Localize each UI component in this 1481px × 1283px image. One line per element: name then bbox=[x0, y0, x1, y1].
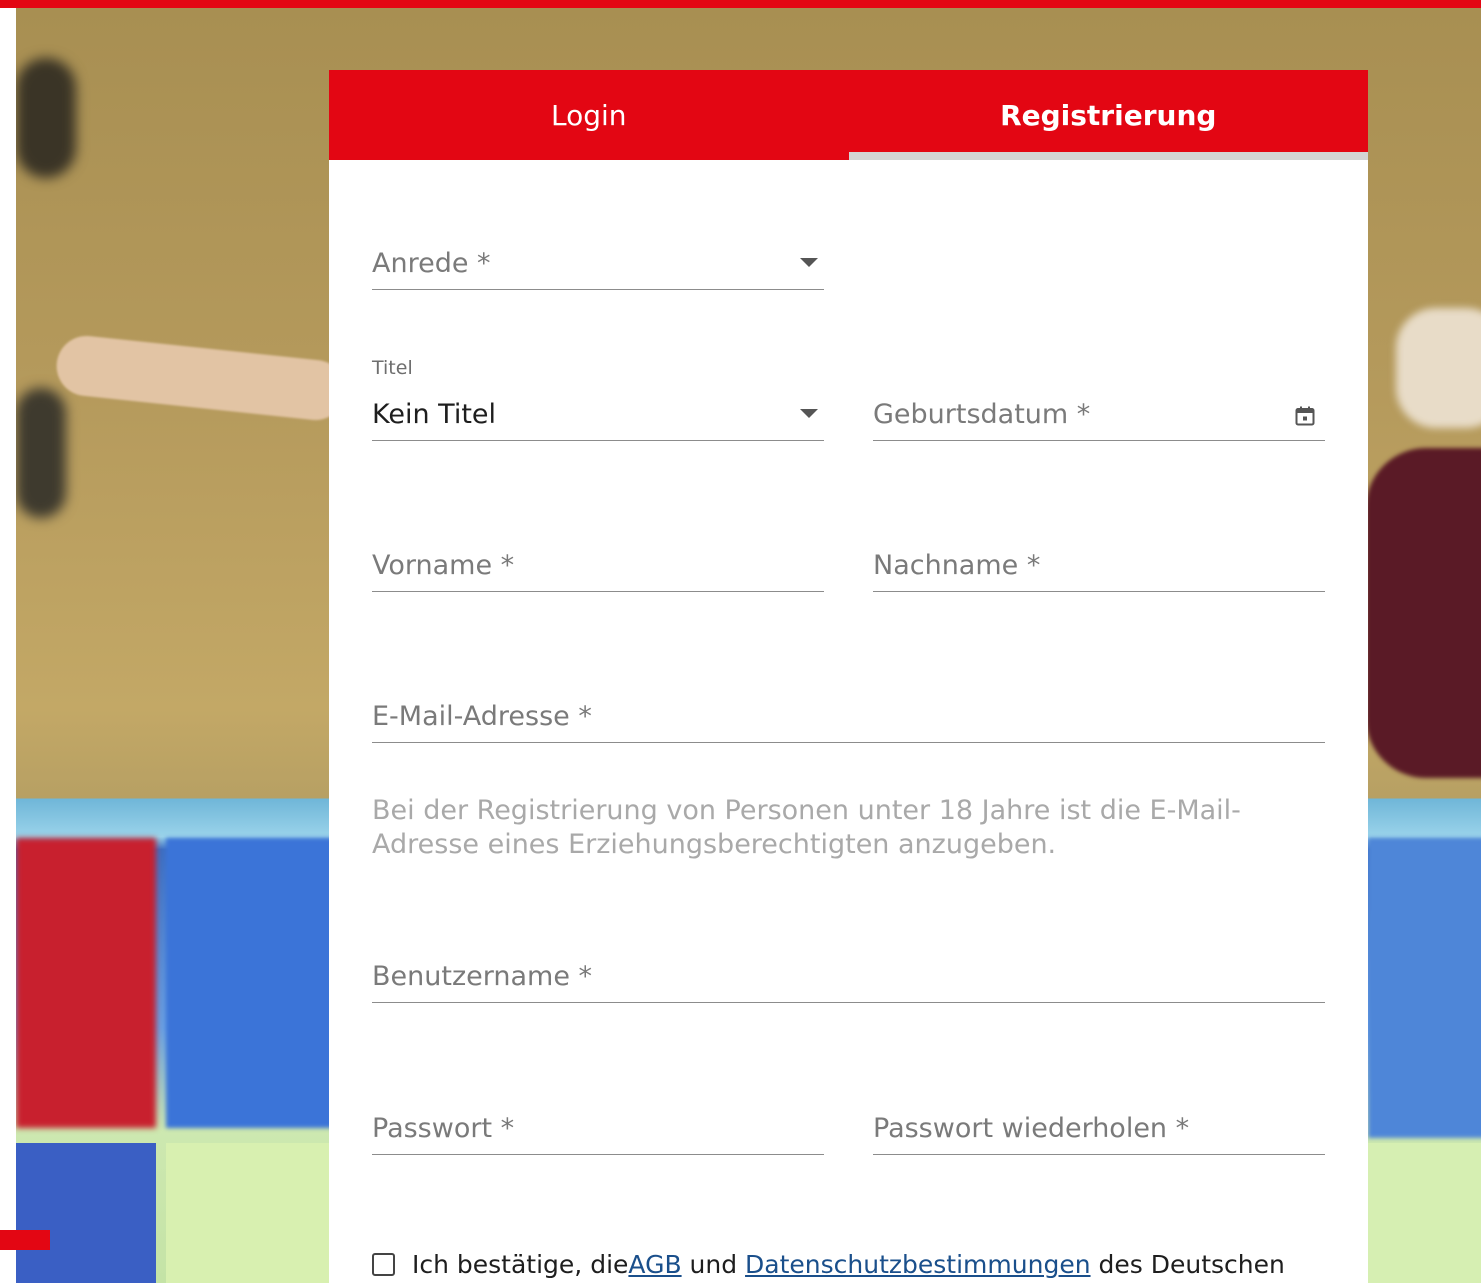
passwort-wiederholen-placeholder: Passwort wiederholen * bbox=[873, 1113, 1190, 1144]
consent-row: Ich bestätige, die AGB und Datenschutzbe… bbox=[372, 1250, 1285, 1279]
email-hint: Bei der Registrierung von Personen unter… bbox=[372, 795, 1241, 860]
caret-down-icon bbox=[800, 409, 818, 418]
benutzername-placeholder: Benutzername * bbox=[372, 961, 593, 992]
tab-login-label: Login bbox=[550, 98, 627, 132]
page: Login Registrierung Anrede * Titel Kein … bbox=[0, 0, 1481, 1283]
auth-card: Login Registrierung Anrede * Titel Kein … bbox=[329, 70, 1368, 1283]
geburtsdatum-placeholder: Geburtsdatum * bbox=[873, 399, 1091, 430]
anrede-placeholder: Anrede * bbox=[372, 248, 491, 279]
caret-down-icon bbox=[800, 258, 818, 267]
tab-login[interactable]: Login bbox=[329, 70, 849, 160]
nachname-input[interactable]: Nachname * bbox=[873, 548, 1325, 592]
vorname-input[interactable]: Vorname * bbox=[372, 548, 824, 592]
background-arm bbox=[53, 333, 349, 423]
consent-text-before: Ich bestätige, die bbox=[412, 1250, 629, 1279]
background-scoreboard-lime bbox=[1368, 1143, 1481, 1283]
background-scoreboard-red bbox=[16, 838, 156, 1128]
auth-tabs: Login Registrierung bbox=[329, 70, 1368, 160]
active-tab-indicator bbox=[848, 152, 1368, 160]
passwort-placeholder: Passwort * bbox=[372, 1113, 515, 1144]
background-scoreboard-blue bbox=[16, 1143, 156, 1283]
bottom-brand-mark bbox=[0, 1230, 50, 1250]
background-shape bbox=[1396, 308, 1481, 428]
consent-text-middle: und bbox=[681, 1250, 746, 1279]
passwort-wiederholen-input[interactable]: Passwort wiederholen * bbox=[873, 1111, 1325, 1155]
email-input[interactable]: E-Mail-Adresse * bbox=[372, 699, 1325, 743]
top-brand-strip bbox=[0, 0, 1481, 8]
titel-label: Titel bbox=[372, 357, 413, 379]
vorname-placeholder: Vorname * bbox=[372, 550, 515, 581]
titel-value: Kein Titel bbox=[372, 399, 497, 430]
calendar-icon[interactable] bbox=[1295, 406, 1315, 426]
background-scoreboard-blue bbox=[1368, 838, 1481, 1138]
benutzername-input[interactable]: Benutzername * bbox=[372, 959, 1325, 1003]
consent-text-after: des Deutschen bbox=[1090, 1250, 1285, 1279]
background-gymnast bbox=[1366, 448, 1481, 778]
left-margin bbox=[0, 8, 16, 1283]
tab-registrierung[interactable]: Registrierung bbox=[849, 70, 1369, 160]
passwort-input[interactable]: Passwort * bbox=[372, 1111, 824, 1155]
background-scoreboard-lime bbox=[166, 1143, 346, 1283]
tab-registrierung-label: Registrierung bbox=[1000, 98, 1217, 132]
agb-link[interactable]: AGB bbox=[628, 1250, 681, 1279]
email-placeholder: E-Mail-Adresse * bbox=[372, 701, 592, 732]
consent-checkbox[interactable] bbox=[372, 1253, 395, 1276]
geburtsdatum-input[interactable]: Geburtsdatum * bbox=[873, 397, 1325, 441]
anrede-select[interactable]: Anrede * bbox=[372, 246, 824, 290]
background-scoreboard-blue bbox=[166, 838, 346, 1128]
datenschutz-link[interactable]: Datenschutzbestimmungen bbox=[745, 1250, 1091, 1279]
titel-select[interactable]: Kein Titel bbox=[372, 397, 824, 441]
background-shape bbox=[16, 58, 76, 178]
background-shape bbox=[16, 388, 66, 518]
nachname-placeholder: Nachname * bbox=[873, 550, 1041, 581]
